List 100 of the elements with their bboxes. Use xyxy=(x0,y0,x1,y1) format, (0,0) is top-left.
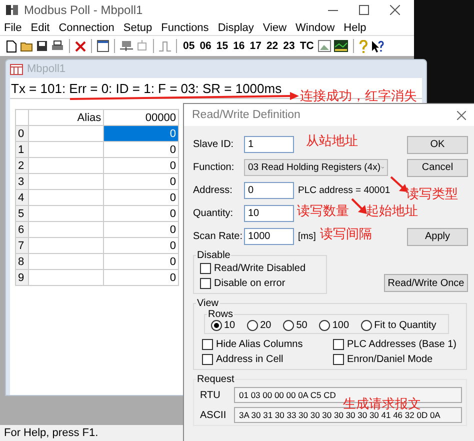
function-code-button[interactable]: 06 xyxy=(198,40,212,52)
table-cell[interactable]: 0 xyxy=(104,174,178,190)
table-cell[interactable]: 0 xyxy=(104,206,178,222)
function-code-button[interactable]: 16 xyxy=(232,40,246,52)
delete-icon[interactable] xyxy=(75,40,86,52)
menu-item[interactable]: Functions xyxy=(161,22,209,34)
group-label: Rows xyxy=(207,309,234,320)
field-label: Slave ID: xyxy=(193,139,235,150)
function-dropdown[interactable]: 03 Read Holding Registers (4x) xyxy=(244,159,388,176)
field-label: Quantity: xyxy=(193,208,234,219)
table-cell[interactable] xyxy=(28,126,104,142)
radio-button[interactable] xyxy=(211,320,222,331)
menu-item[interactable]: Setup xyxy=(123,22,152,34)
table-cell[interactable] xyxy=(28,190,104,206)
new-document-icon[interactable] xyxy=(6,40,17,52)
monitor-icon[interactable] xyxy=(334,40,348,52)
checkbox[interactable] xyxy=(333,339,344,350)
table-icon xyxy=(10,64,23,74)
window-title: Modbus Poll - Mbpoll1 xyxy=(24,3,144,17)
table-cell[interactable]: 0 xyxy=(104,238,178,254)
corner-cell xyxy=(16,110,29,126)
maximize-button[interactable] xyxy=(359,5,369,15)
app-icon xyxy=(6,4,19,16)
table-cell[interactable]: 0 xyxy=(104,254,178,270)
field-label: Address: xyxy=(193,185,234,196)
menu-item[interactable]: File xyxy=(4,22,22,34)
connect-icon[interactable] xyxy=(120,40,133,52)
read-write-once-button[interactable]: Read/Write Once xyxy=(384,274,468,292)
table-cell[interactable]: 0 xyxy=(104,142,178,158)
row-header: 6 xyxy=(16,222,29,238)
field-label: Function: xyxy=(193,162,236,173)
menu-item[interactable]: Window xyxy=(296,22,335,34)
menu-item[interactable]: Connection xyxy=(58,22,114,34)
table-cell[interactable] xyxy=(28,254,104,270)
open-folder-icon[interactable] xyxy=(20,40,33,52)
column-header: Alias xyxy=(28,110,104,126)
table-cell[interactable] xyxy=(28,238,104,254)
function-code-button[interactable]: TC xyxy=(298,40,315,52)
function-code-button[interactable]: 05 xyxy=(182,40,196,52)
table-cell[interactable] xyxy=(28,142,104,158)
row-header: 1 xyxy=(16,142,29,158)
table-cell[interactable]: 0 xyxy=(104,190,178,206)
checkbox-label: Read/Write Disabled xyxy=(214,263,306,274)
table-cell[interactable] xyxy=(28,206,104,222)
table-cell[interactable]: 0 xyxy=(104,222,178,238)
input-field[interactable]: 10 xyxy=(244,205,294,222)
function-code-button[interactable]: 23 xyxy=(282,40,296,52)
close-button[interactable] xyxy=(390,5,400,15)
save-icon[interactable] xyxy=(36,40,48,52)
print-icon[interactable] xyxy=(51,40,64,52)
menu-item[interactable]: View xyxy=(262,22,287,34)
window-icon[interactable] xyxy=(97,40,109,52)
function-code-button[interactable]: 15 xyxy=(215,40,230,52)
input-field[interactable]: 1 xyxy=(244,136,294,153)
table-cell[interactable] xyxy=(28,158,104,174)
column-header: 00000 xyxy=(104,110,178,126)
annotation: 读写类型 xyxy=(406,186,458,201)
radio-button[interactable] xyxy=(283,320,294,331)
radio-button[interactable] xyxy=(319,320,330,331)
row-header: 2 xyxy=(16,158,29,174)
checkbox[interactable] xyxy=(333,354,344,365)
checkbox[interactable] xyxy=(200,278,211,289)
input-field[interactable]: 1000 xyxy=(244,228,294,245)
dialog-button[interactable]: Cancel xyxy=(407,158,468,176)
table-cell[interactable] xyxy=(28,222,104,238)
dialog-button[interactable]: OK xyxy=(407,136,468,154)
context-help-icon[interactable] xyxy=(370,40,384,52)
table-cell[interactable] xyxy=(28,174,104,190)
row-header: 8 xyxy=(16,254,29,270)
menu-item[interactable]: Help xyxy=(344,22,366,34)
radio-button[interactable] xyxy=(361,320,372,331)
radio-button[interactable] xyxy=(247,320,258,331)
row-header: 0 xyxy=(16,126,29,142)
input-field[interactable]: 0 xyxy=(244,182,294,199)
table-cell[interactable]: 0 xyxy=(104,270,178,286)
radio-label: 50 xyxy=(296,320,308,331)
close-button[interactable] xyxy=(457,110,466,120)
table-cell[interactable] xyxy=(28,270,104,286)
function-code-button[interactable]: 22 xyxy=(265,40,280,52)
checkbox[interactable] xyxy=(202,354,213,365)
radio-label: Fit to Quantity xyxy=(374,320,436,331)
checkbox[interactable] xyxy=(200,263,211,274)
group-label: Request xyxy=(196,374,236,385)
table-cell[interactable]: 0 xyxy=(104,158,178,174)
checkbox[interactable] xyxy=(202,339,213,350)
radio-label: 100 xyxy=(332,320,350,331)
table-cell[interactable]: 0 xyxy=(104,126,178,142)
function-code-button[interactable]: 17 xyxy=(248,40,262,52)
menu-item[interactable]: Edit xyxy=(30,22,50,34)
row-header: 7 xyxy=(16,238,29,254)
window-title: Mbpoll1 xyxy=(27,63,66,75)
menu-item[interactable]: Display xyxy=(218,22,254,34)
field-label: ASCII xyxy=(200,410,228,420)
row-header: 5 xyxy=(16,206,29,222)
pulse-icon[interactable] xyxy=(159,40,171,52)
annotation: 起始地址 xyxy=(366,203,418,218)
arrow xyxy=(350,197,368,215)
image-icon[interactable] xyxy=(318,40,331,52)
dialog-title: Read/Write Definition xyxy=(192,109,302,121)
dialog-button[interactable]: Apply xyxy=(407,228,468,246)
